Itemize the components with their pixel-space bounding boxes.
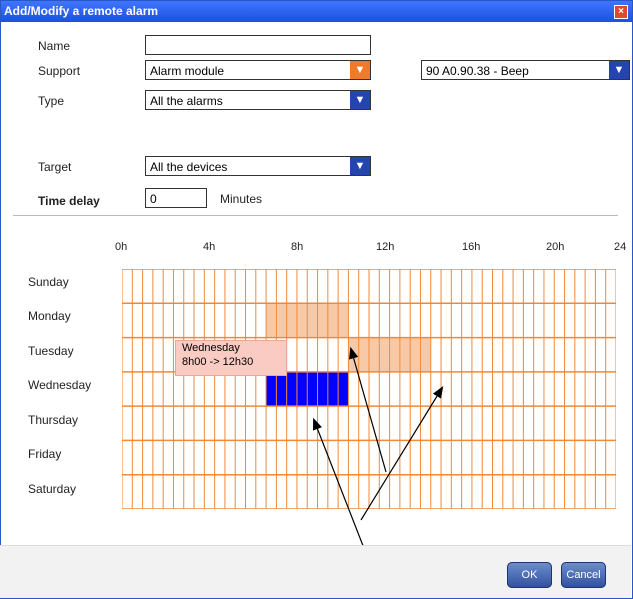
name-field[interactable] [145,35,371,55]
time-delay-input[interactable]: 0 [145,188,207,208]
hour-tick: 4h [203,241,216,253]
day-label: Sunday [28,275,69,289]
type-select[interactable]: All the alarms ▼ [145,90,371,110]
section-divider [13,215,618,216]
tooltip-range: 8h00 -> 12h30 [182,356,254,368]
window-title: Add/Modify a remote alarm [4,4,159,18]
target-label: Target [38,160,72,174]
time-delay-label: Time delay [38,194,100,208]
chevron-down-icon[interactable]: ▼ [350,61,370,79]
day-label: Friday [28,447,62,461]
support-device-select[interactable]: 90 A0.90.38 - Beep ▼ [421,60,630,80]
day-label: Tuesday [28,344,74,358]
hour-tick: 24 [614,241,627,253]
hour-tick: 16h [462,241,481,253]
hour-tick: 8h [291,241,304,253]
support-label: Support [38,64,81,78]
hour-tick: 20h [546,241,565,253]
hour-tick: 0h [115,241,128,253]
hour-tick: 12h [376,241,395,253]
name-label: Name [38,39,71,53]
day-label: Wednesday [28,378,92,392]
day-label: Saturday [28,482,77,496]
minutes-label: Minutes [220,192,263,206]
chevron-down-icon[interactable]: ▼ [350,91,370,109]
weekly-schedule-grid[interactable] [122,269,616,509]
ok-button[interactable]: OK [507,562,552,588]
chevron-down-icon[interactable]: ▼ [350,157,370,175]
title-bar: Add/Modify a remote alarm × [1,1,632,22]
target-select[interactable]: All the devices ▼ [145,156,371,176]
day-label: Thursday [28,413,79,427]
cancel-button[interactable]: Cancel [561,562,606,588]
schedule-tooltip: Wednesday 8h00 -> 12h30 [175,340,287,376]
type-label: Type [38,94,65,108]
day-label: Monday [28,309,71,323]
support-select[interactable]: Alarm module ▼ [145,60,371,80]
close-icon[interactable]: × [614,5,628,19]
tooltip-day: Wednesday [182,342,240,354]
chevron-down-icon[interactable]: ▼ [609,61,629,79]
